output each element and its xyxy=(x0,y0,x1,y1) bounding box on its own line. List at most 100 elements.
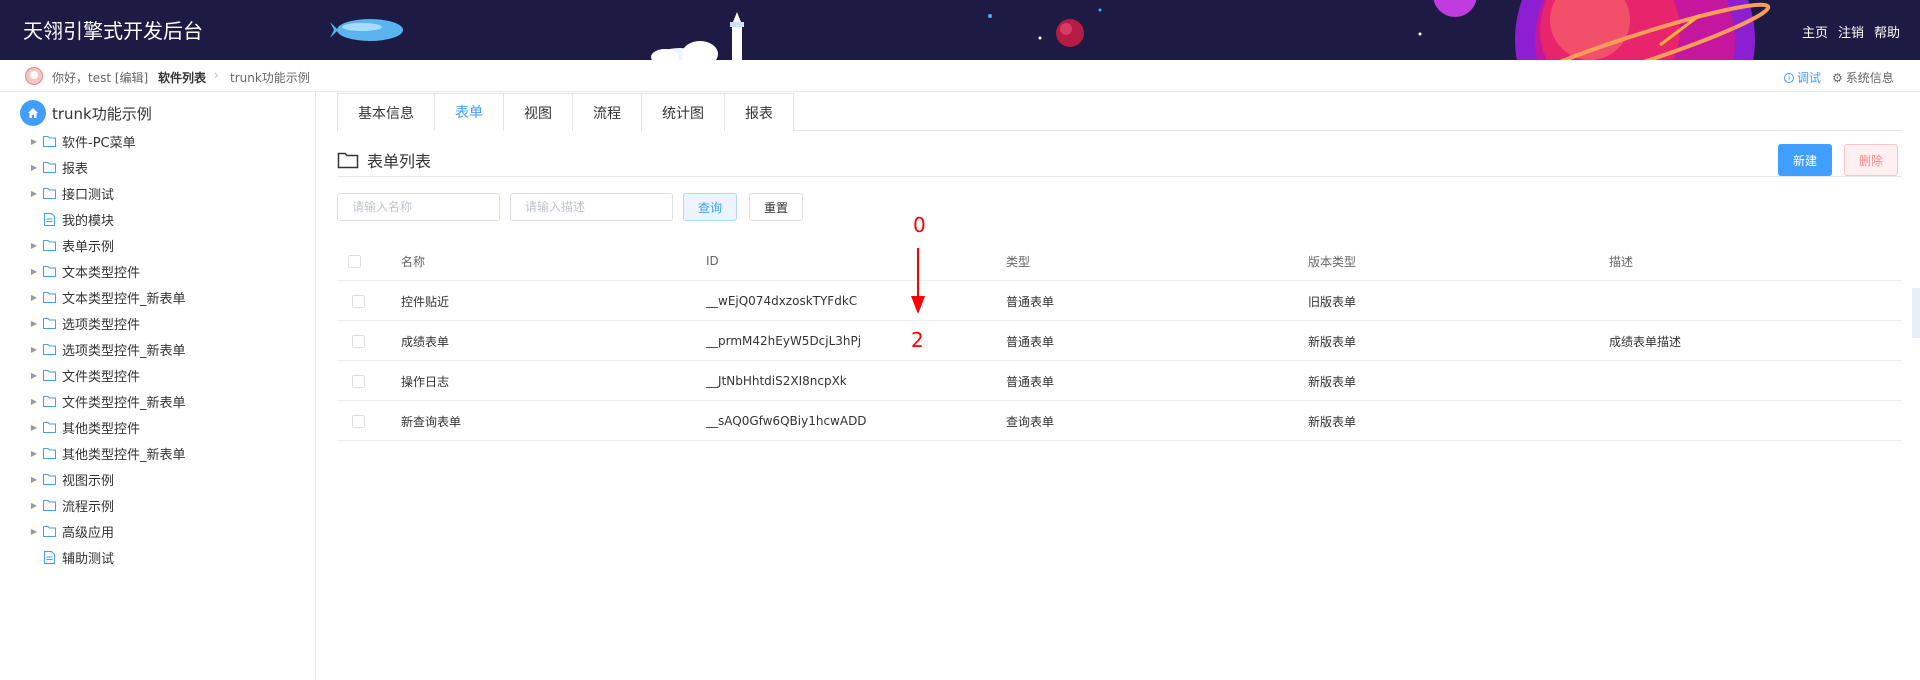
table-row[interactable]: 控件贴近 __wEjQ074dxzoskTYFdkC 普通表单 旧版表单 xyxy=(337,281,1902,321)
folder-icon xyxy=(40,369,58,381)
tab-workflow[interactable]: 流程 xyxy=(572,93,642,131)
tab-views[interactable]: 视图 xyxy=(503,93,573,131)
sidebar-item[interactable]: ▶ 视图示例 xyxy=(28,468,114,490)
sidebar-item[interactable]: ▶ 高级应用 xyxy=(28,520,114,542)
sidebar-item[interactable]: ▶ 接口测试 xyxy=(28,182,114,204)
cell-version: 旧版表单 xyxy=(1308,294,1357,309)
sidebar-item[interactable]: ▶ 软件-PC菜单 xyxy=(28,130,136,152)
sidebar-item[interactable]: ▶ 表单示例 xyxy=(28,234,114,256)
cell-type: 普通表单 xyxy=(1006,334,1055,349)
document-icon xyxy=(40,550,58,564)
folder-icon xyxy=(40,447,58,459)
sidebar-item[interactable]: ▶ 报表 xyxy=(28,156,88,178)
caret-right-icon[interactable]: ▶ xyxy=(28,501,40,510)
column-header-description: 描述 xyxy=(1609,254,1634,269)
sidebar-item[interactable]: ▶ 流程示例 xyxy=(28,494,114,516)
sidebar-item[interactable]: ▶ 其他类型控件 xyxy=(28,416,140,438)
row-checkbox[interactable] xyxy=(352,334,365,348)
avatar[interactable] xyxy=(25,67,43,85)
row-checkbox-cell xyxy=(352,361,365,401)
select-all-checkbox[interactable] xyxy=(348,254,361,268)
caret-right-icon[interactable]: ▶ xyxy=(28,163,40,172)
row-checkbox[interactable] xyxy=(352,374,365,388)
sidebar-item-label: 高级应用 xyxy=(62,525,115,541)
desc-search-input[interactable] xyxy=(510,193,673,221)
caret-right-icon[interactable]: ▶ xyxy=(28,371,40,380)
caret-right-icon[interactable]: ▶ xyxy=(28,449,40,458)
folder-icon xyxy=(40,525,58,537)
row-checkbox[interactable] xyxy=(352,294,365,308)
row-checkbox[interactable] xyxy=(352,414,365,428)
caret-right-icon[interactable]: ▶ xyxy=(28,267,40,276)
table-row[interactable]: 操作日志 __JtNbHhtdiS2XI8ncpXk 普通表单 新版表单 xyxy=(337,361,1902,401)
caret-right-icon[interactable]: ▶ xyxy=(28,241,40,250)
tree-root[interactable]: trunk功能示例 xyxy=(20,100,152,126)
sidebar-item[interactable]: ▶ 选项类型控件_新表单 xyxy=(28,338,186,360)
sidebar-item[interactable]: ▶ 文本类型控件 xyxy=(28,260,140,282)
caret-right-icon[interactable]: ▶ xyxy=(28,293,40,302)
name-search-input[interactable] xyxy=(337,193,500,221)
tab-basic-info[interactable]: 基本信息 xyxy=(337,93,435,131)
scroll-handle[interactable] xyxy=(1912,288,1920,338)
sidebar-item[interactable]: ▶ 选项类型控件 xyxy=(28,312,140,334)
delete-button[interactable]: 删除 xyxy=(1844,144,1899,176)
nav-logout-link[interactable]: 注销 xyxy=(1838,22,1864,41)
sidebar-item[interactable]: ▶ 其他类型控件_新表单 xyxy=(28,442,186,464)
sidebar-item-label: 软件-PC菜单 xyxy=(62,135,136,151)
caret-right-icon[interactable]: ▶ xyxy=(28,345,40,354)
table-header-row: 名称 ID 类型 版本类型 描述 xyxy=(337,241,1902,281)
document-icon xyxy=(40,212,58,226)
caret-right-icon[interactable]: ▶ xyxy=(28,137,40,146)
folder-icon xyxy=(337,152,359,169)
table-row[interactable]: 成绩表单 __prmM42hEyW5DcjL3hPj 普通表单 新版表单 成绩表单描述 xyxy=(337,321,1902,361)
cell-id: __wEjQ074dxzoskTYFdkC xyxy=(706,294,858,308)
caret-right-icon[interactable]: ▶ xyxy=(28,423,40,432)
cell-version: 新版表单 xyxy=(1308,374,1357,389)
app-title: 天翎引擎式开发后台 xyxy=(23,19,203,43)
folder-icon xyxy=(40,161,58,173)
caret-right-icon[interactable]: ▶ xyxy=(28,319,40,328)
caret-right-icon[interactable]: ▶ xyxy=(28,397,40,406)
nav-home-link[interactable]: 主页 xyxy=(1802,22,1828,41)
cell-description: 成绩表单描述 xyxy=(1609,334,1682,349)
reset-button[interactable]: 重置 xyxy=(749,193,804,221)
query-button[interactable]: 查询 xyxy=(683,193,738,221)
cell-name: 新查询表单 xyxy=(401,414,462,429)
cell-id: __JtNbHhtdiS2XI8ncpXk xyxy=(706,374,847,388)
sidebar-item[interactable]: ▶ 文本类型控件_新表单 xyxy=(28,286,186,308)
folder-icon xyxy=(40,343,58,355)
header-decoration xyxy=(330,0,1771,60)
caret-right-icon[interactable]: ▶ xyxy=(28,475,40,484)
column-header-version: 版本类型 xyxy=(1308,254,1357,269)
sidebar-item-label: 报表 xyxy=(62,161,89,177)
tab-forms[interactable]: 表单 xyxy=(434,93,504,131)
nav-help-link[interactable]: 帮助 xyxy=(1874,22,1900,41)
new-button[interactable]: 新建 xyxy=(1778,144,1833,176)
breadcrumb: 你好，test [编辑] 软件列表 › trunk功能示例 i 调试 ⚙ 系统信… xyxy=(0,60,1920,92)
debug-button[interactable]: i 调试 xyxy=(1784,69,1821,86)
system-info-button[interactable]: ⚙ 系统信息 xyxy=(1832,69,1894,86)
sidebar-item[interactable]: ▶我的模块 xyxy=(28,208,114,230)
sidebar-item[interactable]: ▶辅助测试 xyxy=(28,546,114,568)
breadcrumb-software-list[interactable]: 软件列表 xyxy=(158,69,206,86)
sidebar-item-label: 文件类型控件 xyxy=(62,369,141,385)
select-all-checkbox-cell xyxy=(348,241,361,281)
sidebar-item-label: 视图示例 xyxy=(62,473,115,489)
caret-right-icon[interactable]: ▶ xyxy=(28,189,40,198)
debug-label: 调试 xyxy=(1797,71,1822,85)
cell-version: 新版表单 xyxy=(1308,414,1357,429)
info-icon: i xyxy=(1784,72,1794,83)
table-row[interactable]: 新查询表单 __sAQ0Gfw6QBiy1hcwADD 查询表单 新版表单 xyxy=(337,401,1902,441)
tab-charts[interactable]: 统计图 xyxy=(641,93,725,131)
cell-id: __sAQ0Gfw6QBiy1hcwADD xyxy=(706,414,867,428)
column-header-name: 名称 xyxy=(401,254,426,269)
folder-icon xyxy=(40,135,58,147)
folder-icon xyxy=(40,499,58,511)
tab-reports[interactable]: 报表 xyxy=(724,93,794,131)
sidebar-item-label: 我的模块 xyxy=(62,213,115,229)
caret-right-icon[interactable]: ▶ xyxy=(28,527,40,536)
user-greeting[interactable]: 你好，test [编辑] xyxy=(52,69,148,86)
sidebar-item[interactable]: ▶ 文件类型控件_新表单 xyxy=(28,390,186,412)
cell-type: 普通表单 xyxy=(1006,294,1055,309)
sidebar-item[interactable]: ▶ 文件类型控件 xyxy=(28,364,140,386)
